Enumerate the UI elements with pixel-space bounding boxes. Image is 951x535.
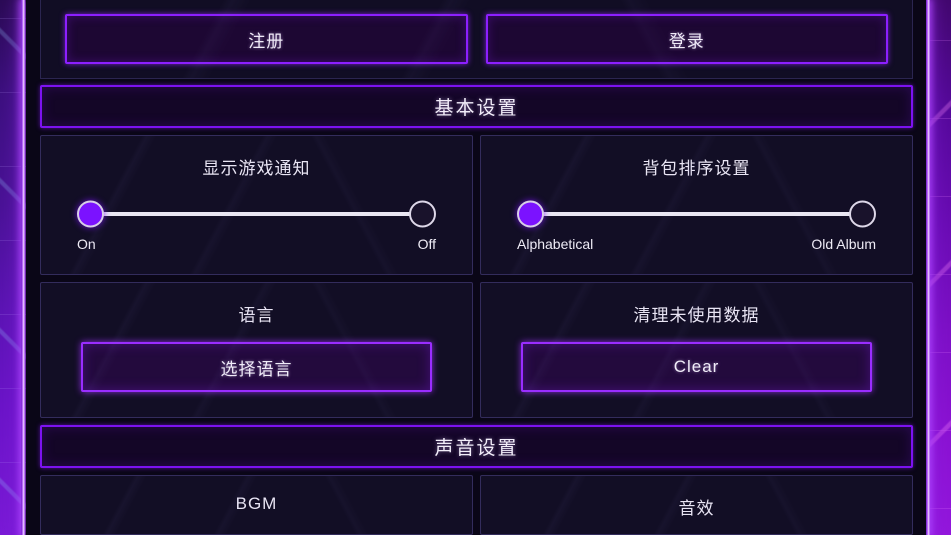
panel-bgm: BGM [40, 475, 473, 535]
panel-language: 语言 选择语言 [40, 282, 473, 419]
right-edge-grid-lines [926, 0, 951, 535]
right-edge-gradient [929, 0, 951, 535]
panel-sfx: 音效 [480, 475, 913, 535]
left-edge-grid-lines [0, 0, 26, 535]
bag-sort-slider-track-line [530, 212, 863, 217]
panel-bag-sort: 背包排序设置 Alphabetical Old Album [480, 135, 913, 276]
panel-game-notification: 显示游戏通知 On Off [40, 135, 473, 276]
notification-slider-labels: On Off [77, 236, 436, 252]
register-button-label: 注册 [248, 31, 285, 51]
panel-game-notification-title: 显示游戏通知 [202, 159, 311, 179]
basic-settings-row-2: 语言 选择语言 清理未使用数据 Clear [40, 282, 913, 419]
settings-content-column: 注册 登录 基本设置 显示游戏通知 On Off 背包排序设置 Alphabet… [40, 0, 913, 535]
clear-data-button-label: Clear [673, 357, 720, 377]
section-header-sound-settings: 声音设置 [40, 425, 913, 468]
panel-clear-data: 清理未使用数据 Clear [480, 282, 913, 419]
panel-sfx-title: 音效 [678, 499, 715, 518]
panel-clear-data-title: 清理未使用数据 [633, 306, 760, 326]
bag-sort-slider[interactable] [517, 200, 876, 228]
notification-label-off: Off [417, 236, 436, 253]
settings-screen: 注册 登录 基本设置 显示游戏通知 On Off 背包排序设置 Alphabet… [0, 0, 951, 535]
bag-sort-label-old-album: Old Album [811, 236, 876, 253]
section-header-basic-settings-label: 基本设置 [434, 98, 519, 120]
panel-bgm-title: BGM [235, 494, 278, 513]
section-header-sound-settings-label: 声音设置 [434, 438, 519, 460]
bag-sort-slider-knob-old-album[interactable] [849, 200, 876, 228]
select-language-button[interactable]: 选择语言 [81, 342, 432, 393]
bag-sort-slider-labels: Alphabetical Old Album [517, 236, 876, 252]
notification-slider[interactable] [77, 200, 436, 228]
basic-settings-row-1: 显示游戏通知 On Off 背包排序设置 Alphabetical Old Al… [40, 135, 913, 276]
notification-slider-track-line [90, 212, 423, 217]
panel-language-title: 语言 [238, 306, 275, 326]
right-neon-edge-decoration [926, 0, 951, 535]
select-language-button-label: 选择语言 [220, 359, 293, 379]
left-edge-gradient [0, 0, 22, 535]
sound-settings-row: BGM 音效 [40, 475, 913, 535]
left-edge-beam [21, 0, 25, 535]
section-header-basic-settings: 基本设置 [40, 85, 913, 129]
notification-slider-knob-on[interactable] [77, 200, 104, 228]
login-button-label: 登录 [668, 31, 705, 51]
left-neon-edge-decoration [0, 0, 26, 535]
right-edge-beam [926, 0, 930, 535]
register-button[interactable]: 注册 [65, 14, 468, 65]
language-button-wrap: 选择语言 [41, 326, 472, 393]
clear-data-button-wrap: Clear [481, 326, 912, 393]
auth-buttons-row: 注册 登录 [40, 0, 913, 80]
bag-sort-slider-wrap: Alphabetical Old Album [481, 179, 912, 252]
clear-data-button[interactable]: Clear [521, 342, 872, 393]
notification-slider-knob-off[interactable] [409, 200, 436, 228]
bag-sort-slider-knob-alphabetical[interactable] [517, 200, 544, 228]
notification-slider-wrap: On Off [41, 179, 472, 252]
bag-sort-label-alphabetical: Alphabetical [517, 236, 594, 253]
notification-label-on: On [77, 236, 96, 253]
panel-bag-sort-title: 背包排序设置 [642, 159, 751, 179]
login-button[interactable]: 登录 [485, 14, 888, 65]
